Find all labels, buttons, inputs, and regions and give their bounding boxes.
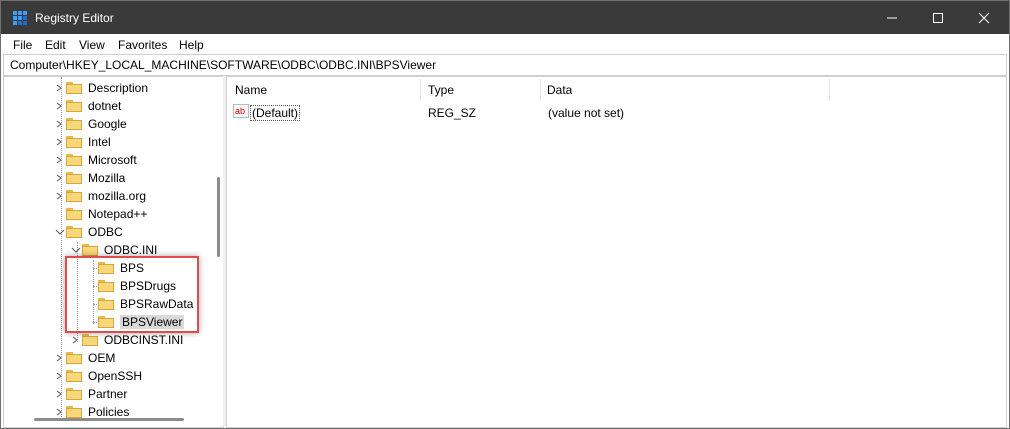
registry-editor-window: Registry Editor File Edit View Favorites… bbox=[0, 0, 1010, 429]
folder-icon bbox=[66, 226, 82, 238]
tree-item-label: ODBCINST.INI bbox=[104, 333, 184, 347]
column-header-type[interactable]: Type bbox=[428, 83, 454, 97]
tree-item-notepadplusplus[interactable]: Notepad++ bbox=[54, 205, 147, 223]
address-bar[interactable]: Computer\HKEY_LOCAL_MACHINE\SOFTWARE\ODB… bbox=[3, 54, 1007, 76]
tree-item-label: Notepad++ bbox=[88, 207, 148, 221]
folder-icon bbox=[66, 190, 82, 202]
column-header-name[interactable]: Name bbox=[235, 83, 267, 97]
maximize-button[interactable] bbox=[915, 1, 961, 34]
chevron-right-icon[interactable] bbox=[54, 169, 66, 187]
folder-icon bbox=[66, 406, 82, 418]
folder-icon bbox=[66, 172, 82, 184]
folder-icon bbox=[66, 154, 82, 166]
chevron-down-icon[interactable] bbox=[54, 223, 66, 241]
chevron-right-icon[interactable] bbox=[54, 187, 66, 205]
column-separator[interactable] bbox=[420, 79, 421, 101]
menu-view[interactable]: View bbox=[79, 38, 105, 52]
window-title: Registry Editor bbox=[35, 11, 114, 25]
tree-item-partner[interactable]: Partner bbox=[54, 385, 127, 403]
folder-icon bbox=[66, 370, 82, 382]
tree-item-label: Intel bbox=[88, 135, 111, 149]
tree-vertical-scrollbar[interactable] bbox=[217, 177, 220, 257]
column-header-data[interactable]: Data bbox=[547, 83, 572, 97]
close-icon bbox=[978, 12, 990, 23]
tree-item-odbc[interactable]: ODBC bbox=[54, 223, 123, 241]
tree-item-intel[interactable]: Intel bbox=[54, 133, 111, 151]
values-list-pane[interactable]: Name Type Data ab (Default) REG_SZ (valu… bbox=[226, 76, 1007, 428]
tree-item-openssh[interactable]: OpenSSH bbox=[54, 367, 142, 385]
value-type: REG_SZ bbox=[428, 106, 477, 120]
tree-item-label: mozilla.org bbox=[88, 189, 147, 203]
close-button[interactable] bbox=[961, 1, 1007, 34]
chevron-right-icon[interactable] bbox=[54, 385, 66, 403]
tree-item-odbcinst-ini[interactable]: ODBCINST.INI bbox=[70, 331, 183, 349]
folder-icon bbox=[66, 388, 82, 400]
tree-item-mozilla[interactable]: Mozilla bbox=[54, 169, 125, 187]
chevron-right-icon[interactable] bbox=[54, 115, 66, 133]
folder-icon bbox=[66, 352, 82, 364]
tree-pane[interactable]: Description dotnet Google Intel Microsof… bbox=[3, 76, 224, 428]
chevron-right-icon[interactable] bbox=[70, 331, 82, 349]
tree-horizontal-scrollbar[interactable] bbox=[34, 418, 184, 421]
tree-item-description[interactable]: Description bbox=[54, 79, 148, 97]
tree-item-mozilla-org[interactable]: mozilla.org bbox=[54, 187, 146, 205]
folder-icon bbox=[66, 82, 82, 94]
tree-item-microsoft[interactable]: Microsoft bbox=[54, 151, 137, 169]
column-separator[interactable] bbox=[540, 79, 541, 101]
chevron-right-icon[interactable] bbox=[54, 97, 66, 115]
chevron-right-icon[interactable] bbox=[54, 133, 66, 151]
chevron-right-icon[interactable] bbox=[54, 367, 66, 385]
tree-connector bbox=[54, 205, 66, 223]
menu-file[interactable]: File bbox=[13, 38, 32, 52]
tree-item-label: ODBC.INI bbox=[104, 243, 158, 257]
folder-icon bbox=[66, 118, 82, 130]
chevron-right-icon[interactable] bbox=[54, 349, 66, 367]
minimize-icon bbox=[887, 17, 897, 18]
chevron-right-icon[interactable] bbox=[54, 151, 66, 169]
menu-edit[interactable]: Edit bbox=[45, 38, 66, 52]
folder-icon bbox=[66, 136, 82, 148]
tree-item-label: Partner bbox=[88, 387, 128, 401]
value-data: (value not set) bbox=[548, 106, 625, 120]
tree-item-label: dotnet bbox=[88, 99, 122, 113]
registry-editor-icon bbox=[13, 11, 27, 25]
maximize-icon bbox=[933, 12, 943, 23]
tree-item-label: OEM bbox=[88, 351, 116, 365]
menu-bar: File Edit View Favorites Help bbox=[1, 34, 1009, 54]
tree-item-label: Description bbox=[88, 81, 149, 95]
folder-icon bbox=[66, 208, 82, 220]
value-name: (Default) bbox=[250, 105, 301, 121]
tree-item-google[interactable]: Google bbox=[54, 115, 127, 133]
tree-item-oem[interactable]: OEM bbox=[54, 349, 115, 367]
title-bar[interactable]: Registry Editor bbox=[1, 1, 1009, 34]
svg-text:ab: ab bbox=[235, 106, 245, 116]
tree-item-label: Microsoft bbox=[88, 153, 137, 167]
menu-help[interactable]: Help bbox=[179, 38, 204, 52]
tree-item-label: Policies bbox=[88, 405, 130, 419]
tree-item-label: ODBC bbox=[88, 225, 123, 239]
tree-item-label: Google bbox=[88, 117, 127, 131]
highlight-annotation bbox=[65, 256, 199, 333]
chevron-right-icon[interactable] bbox=[54, 79, 66, 97]
table-row[interactable]: ab (Default) REG_SZ (value not set) bbox=[233, 104, 793, 122]
tree-item-label: Mozilla bbox=[88, 171, 126, 185]
minimize-button[interactable] bbox=[869, 1, 915, 34]
column-separator[interactable] bbox=[829, 79, 830, 101]
tree-item-dotnet[interactable]: dotnet bbox=[54, 97, 121, 115]
tree-item-label: OpenSSH bbox=[88, 369, 143, 383]
folder-icon bbox=[82, 244, 98, 256]
folder-icon bbox=[82, 334, 98, 346]
menu-favorites[interactable]: Favorites bbox=[118, 38, 167, 52]
folder-icon bbox=[66, 100, 82, 112]
address-path[interactable]: Computer\HKEY_LOCAL_MACHINE\SOFTWARE\ODB… bbox=[10, 58, 436, 72]
string-value-icon: ab bbox=[233, 104, 249, 118]
